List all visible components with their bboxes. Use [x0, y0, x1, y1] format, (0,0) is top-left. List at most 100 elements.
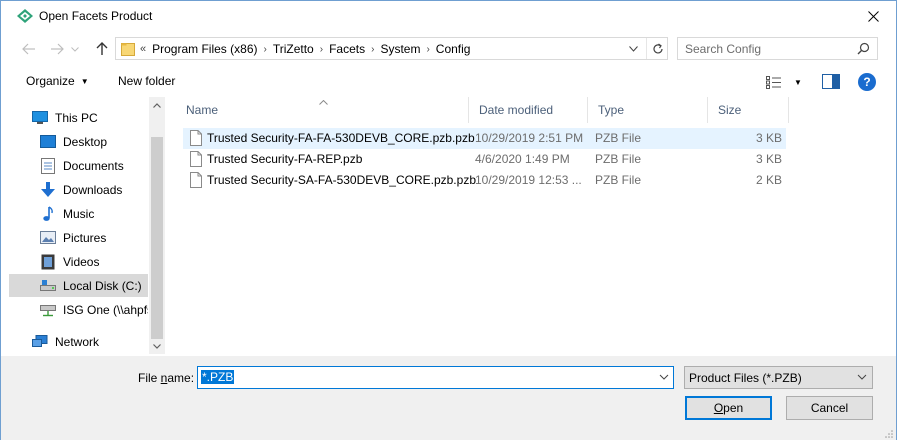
file-size: 3 KB	[755, 131, 782, 145]
file-name-label-part: File	[138, 371, 161, 385]
breadcrumb-item[interactable]: Config	[436, 42, 471, 56]
up-button[interactable]	[92, 40, 112, 58]
help-button[interactable]: ?	[858, 73, 876, 91]
file-name: Trusted Security-FA-REP.pzb	[207, 152, 363, 166]
file-type: PZB File	[595, 131, 642, 145]
new-folder-button[interactable]: New folder	[118, 74, 175, 88]
close-button[interactable]	[850, 1, 896, 32]
close-icon	[867, 11, 879, 22]
network-drive-icon	[40, 302, 56, 318]
sidebar-item-label: Music	[63, 206, 95, 221]
help-icon: ?	[863, 75, 871, 89]
file-type-filter-select[interactable]: Product Files (*.PZB)	[684, 366, 873, 389]
address-dropdown-button[interactable]	[626, 43, 640, 55]
window-title: Open Facets Product	[39, 9, 153, 23]
file-list: Name Date modified Type Size Trusted Sec…	[176, 97, 896, 354]
file-name-value: *.PZB	[201, 370, 235, 384]
music-icon	[40, 205, 56, 222]
preview-pane-button[interactable]	[822, 74, 840, 89]
sidebar-item-label: Pictures	[63, 230, 107, 245]
search-icon	[857, 42, 870, 55]
navigation-pane: This PC Desktop Documents Downloads Musi…	[9, 97, 165, 354]
computer-icon	[32, 110, 48, 126]
sidebar-item-label: ISG One (\\ahpfs	[63, 302, 148, 317]
column-header-label: Date modified	[479, 103, 554, 117]
column-header-label: Size	[718, 103, 742, 117]
open-file-dialog: Open Facets Product « Program Files (x86…	[0, 0, 897, 440]
breadcrumb: « Program Files (x86) › TriZetto › Facet…	[140, 42, 470, 56]
command-toolbar: Organize ▼ New folder ▼ ?	[1, 67, 896, 97]
arrow-left-icon	[22, 43, 35, 55]
file-name: Trusted Security-FA-FA-530DEVB_CORE.pzb.…	[207, 131, 475, 145]
sidebar-item-label: Desktop	[63, 134, 108, 149]
resize-grip-icon[interactable]	[884, 429, 894, 439]
change-view-button[interactable]: ▼	[766, 73, 804, 91]
chevron-right-icon[interactable]: ›	[320, 44, 323, 55]
chevron-right-icon[interactable]: ›	[263, 44, 266, 55]
chevron-down-icon	[628, 46, 638, 52]
search-input[interactable]: Search Config	[677, 37, 878, 60]
refresh-icon	[652, 43, 663, 53]
caret-down-icon: ▼	[794, 77, 802, 87]
column-header-label: Name	[186, 103, 219, 117]
file-icon	[190, 172, 202, 188]
file-type: PZB File	[595, 173, 642, 187]
column-header-label: Type	[598, 103, 625, 117]
search-placeholder: Search Config	[685, 42, 762, 56]
file-size: 3 KB	[755, 152, 782, 166]
file-name: Trusted Security-SA-FA-530DEVB_CORE.pzb.…	[207, 173, 476, 187]
breadcrumb-item[interactable]: TriZetto	[273, 42, 314, 56]
breadcrumb-item[interactable]: System	[380, 42, 420, 56]
file-name-input[interactable]: *.PZB	[197, 366, 674, 389]
chevron-down-icon[interactable]	[659, 372, 669, 382]
file-row[interactable]: Trusted Security-FA-FA-530DEVB_CORE.pzb.…	[183, 128, 786, 149]
sidebar-item-local-disk[interactable]: Local Disk (C:)	[9, 274, 148, 297]
chevron-right-icon[interactable]: ›	[371, 44, 374, 55]
scrollbar-thumb[interactable]	[151, 137, 163, 339]
file-row[interactable]: Trusted Security-FA-REP.pzb 4/6/2020 1:4…	[183, 149, 786, 170]
organize-button[interactable]: Organize ▼	[26, 74, 89, 88]
column-header-date[interactable]: Date modified	[469, 97, 588, 123]
file-icon	[190, 130, 202, 146]
sidebar-item-label: Documents	[63, 158, 124, 173]
sidebar-item-label: Videos	[63, 254, 100, 269]
open-button-label: pen	[723, 401, 744, 415]
file-type: PZB File	[595, 152, 642, 166]
sidebar-scrollbar[interactable]	[149, 97, 165, 354]
file-date: 10/29/2019 2:51 PM	[475, 131, 584, 145]
chevron-right-icon[interactable]: ›	[426, 44, 429, 55]
sidebar-item-label: Network	[55, 334, 100, 349]
scroll-up-icon[interactable]	[149, 97, 165, 113]
folder-icon	[121, 43, 135, 56]
forward-button[interactable]	[47, 40, 67, 58]
details-view-icon	[766, 75, 781, 89]
refresh-button[interactable]	[646, 38, 668, 59]
cancel-button[interactable]: Cancel	[786, 396, 873, 420]
address-bar[interactable]: « Program Files (x86) › TriZetto › Facet…	[115, 37, 668, 60]
videos-icon	[40, 254, 56, 270]
dialog-footer: File name: *.PZB Product Files (*.PZB) O…	[1, 356, 896, 440]
pictures-icon	[40, 230, 56, 246]
file-name-label-part: ame:	[167, 371, 195, 385]
drive-icon	[40, 278, 56, 294]
downloads-icon	[40, 181, 56, 198]
file-date: 10/29/2019 12:53 ...	[475, 173, 582, 187]
breadcrumb-overflow[interactable]: «	[140, 43, 146, 55]
scroll-down-icon[interactable]	[149, 338, 165, 354]
column-header-name[interactable]: Name	[176, 97, 469, 123]
breadcrumb-item[interactable]: Facets	[329, 42, 365, 56]
breadcrumb-item[interactable]: Program Files (x86)	[152, 42, 257, 56]
desktop-icon	[40, 134, 56, 150]
chevron-down-icon	[857, 374, 867, 380]
arrow-right-icon	[51, 43, 64, 55]
open-button[interactable]: Open	[685, 396, 772, 420]
network-icon	[32, 334, 48, 350]
sidebar-item-isg-one[interactable]: ISG One (\\ahpfs	[40, 298, 148, 321]
column-header-type[interactable]: Type	[588, 97, 708, 123]
file-row[interactable]: Trusted Security-SA-FA-530DEVB_CORE.pzb.…	[183, 170, 786, 191]
column-header-size[interactable]: Size	[708, 97, 789, 123]
navigation-bar: « Program Files (x86) › TriZetto › Facet…	[1, 34, 896, 64]
back-button[interactable]	[19, 40, 39, 58]
file-date: 4/6/2020 1:49 PM	[475, 152, 570, 166]
recent-locations-button[interactable]	[69, 40, 81, 58]
